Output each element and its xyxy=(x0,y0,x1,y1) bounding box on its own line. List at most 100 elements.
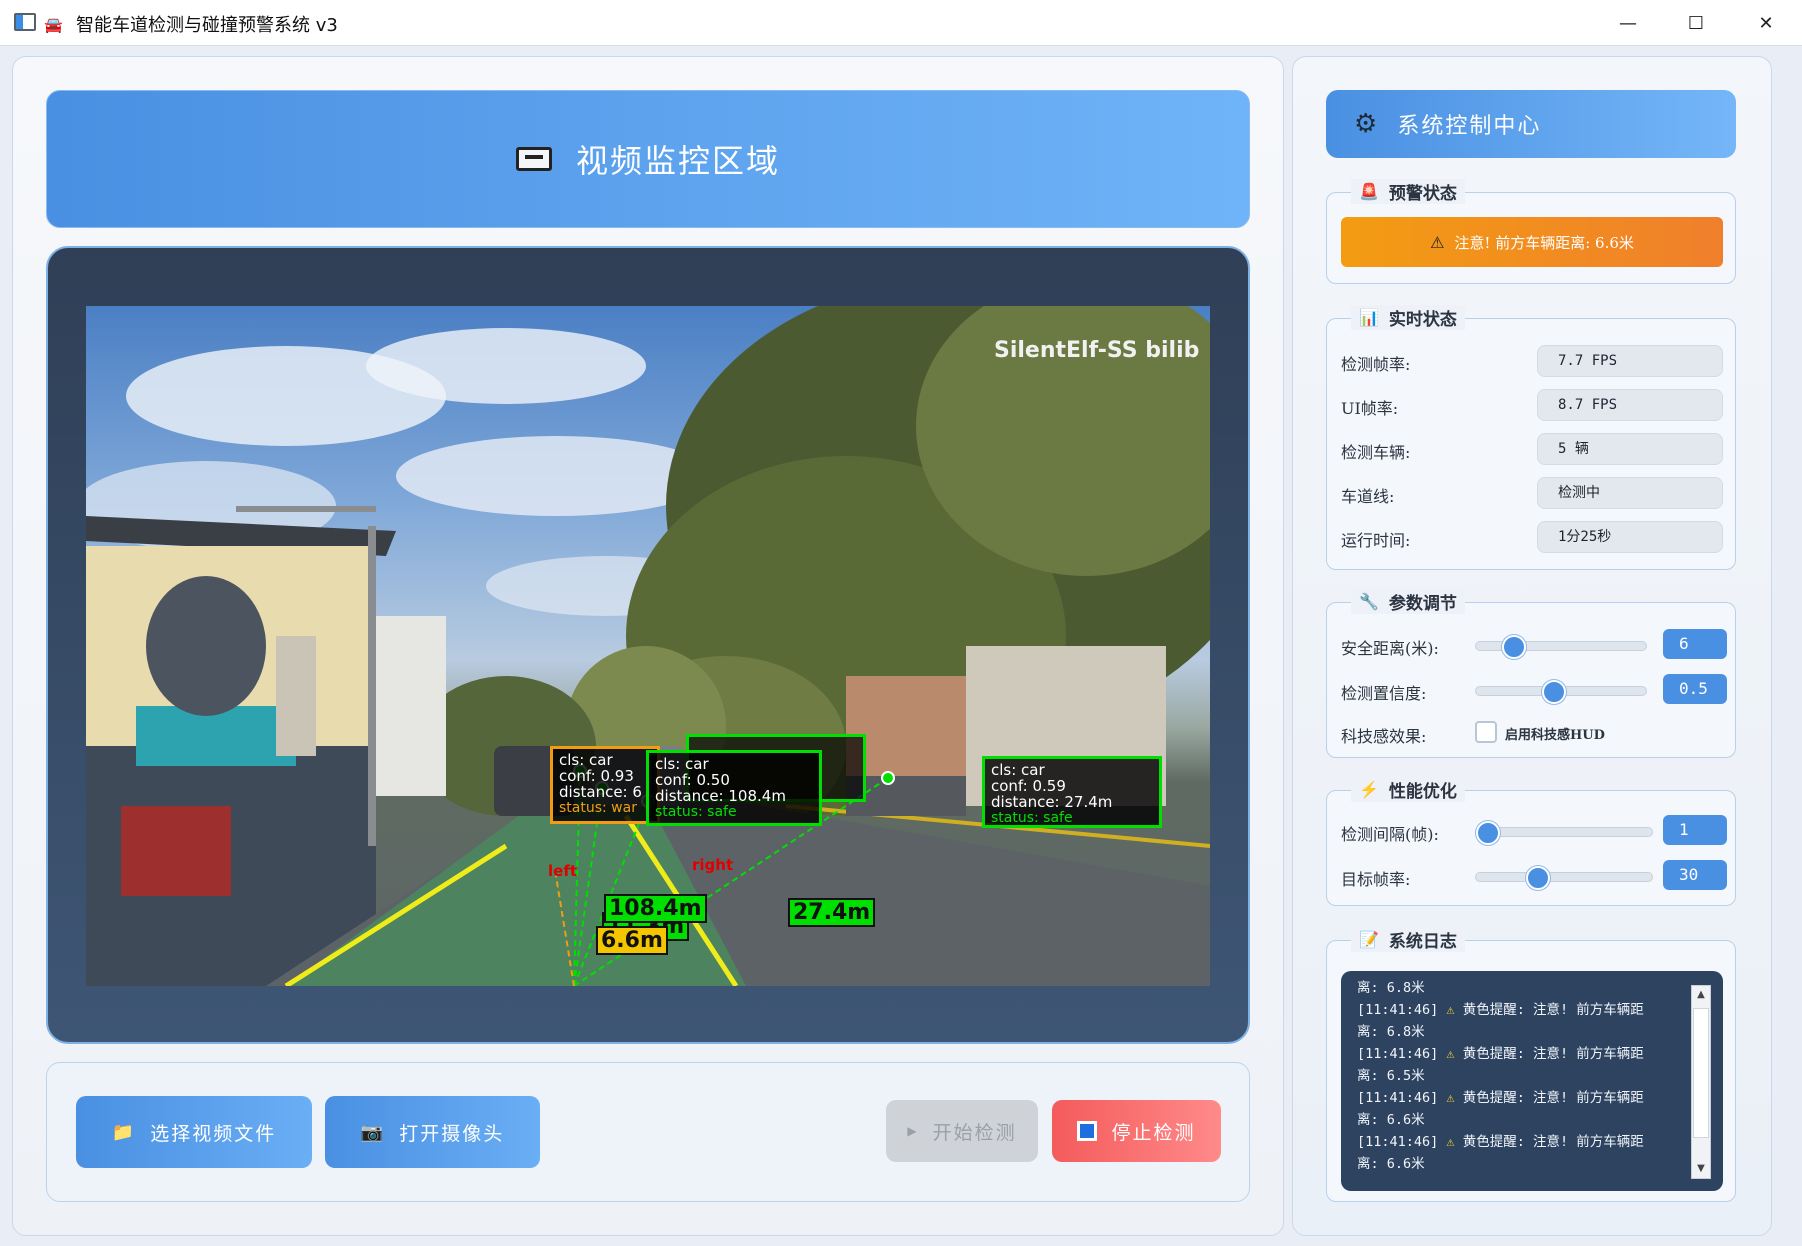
maximize-button[interactable]: ☐ xyxy=(1664,0,1728,46)
hud-checkbox[interactable] xyxy=(1475,721,1497,743)
status-label: 车道线: xyxy=(1341,487,1395,506)
detection-status: status: safe xyxy=(991,810,1073,826)
interval-label: 检测间隔(帧): xyxy=(1341,825,1439,844)
slider-thumb[interactable] xyxy=(1541,680,1566,704)
detection-box: cls: car conf: 0.50 distance: 108.4m sta… xyxy=(646,750,822,826)
distance-label: 108.4m xyxy=(604,894,707,923)
detection-status: status: safe xyxy=(655,804,737,820)
slider-thumb[interactable] xyxy=(1476,821,1500,845)
log-group-title: 📝 系统日志 xyxy=(1351,927,1465,952)
warning-icon: ⚠ xyxy=(1446,1046,1455,1062)
car-icon: 🚘 xyxy=(44,16,63,34)
camera-icon: 📷 xyxy=(360,1121,386,1143)
warning-icon: ⚠ xyxy=(1430,232,1445,252)
target-fps-row: 目标帧率: 30 xyxy=(1341,860,1727,892)
perf-group-title: ⚡ 性能优化 xyxy=(1351,777,1465,802)
log-text: 黄色提醒: 注意! 前方车辆距 xyxy=(1462,1002,1644,1018)
safe-distance-row: 安全距离(米): 6 xyxy=(1341,629,1727,661)
close-button[interactable]: ✕ xyxy=(1734,0,1798,46)
status-row-lane: 车道线: 检测中 xyxy=(1341,477,1727,509)
log-line: 离: 6.6米 xyxy=(1357,1109,1687,1131)
log-line: [11:41:46] ⚠ 黄色提醒: 注意! 前方车辆距 xyxy=(1357,999,1687,1021)
start-detection-label: 开始检测 xyxy=(932,1121,1017,1144)
log-lines: 离: 6.8米 [11:41:46] ⚠ 黄色提醒: 注意! 前方车辆距 离: … xyxy=(1357,977,1687,1175)
hud-checkbox-label[interactable]: 启用科技感HUD xyxy=(1505,724,1605,743)
stop-icon xyxy=(1077,1121,1098,1141)
params-group: 🔧 参数调节 安全距离(米): 6 检测置信度: 0.5 科技感效果: 启用科技… xyxy=(1326,589,1736,758)
confidence-row: 检测置信度: 0.5 xyxy=(1341,674,1727,706)
target-fps-slider[interactable] xyxy=(1475,866,1653,890)
open-camera-label: 打开摄像头 xyxy=(399,1122,505,1145)
app-icon xyxy=(14,13,36,31)
log-text: 黄色提醒: 注意! 前方车辆距 xyxy=(1462,1090,1644,1106)
log-scrollbar[interactable]: ▲ ▼ xyxy=(1691,985,1711,1179)
alert-text: 注意! 前方车辆距离: 6.6米 xyxy=(1454,233,1634,252)
realtime-status-group: 📊 实时状态 检测帧率: 7.7 FPS UI帧率: 8.7 FPS 检测车辆:… xyxy=(1326,305,1736,570)
video-scene xyxy=(86,306,1210,986)
select-video-file-button[interactable]: 📁 选择视频文件 xyxy=(76,1096,312,1168)
log-line: 离: 6.8米 xyxy=(1357,1021,1687,1043)
interval-slider[interactable] xyxy=(1475,821,1653,845)
safe-distance-label: 安全距离(米): xyxy=(1341,639,1439,658)
warning-icon: ⚠ xyxy=(1446,1134,1455,1150)
status-value: 8.7 FPS xyxy=(1537,389,1723,421)
log-line: [11:41:46] ⚠ 黄色提醒: 注意! 前方车辆距 xyxy=(1357,1131,1687,1153)
slider-thumb[interactable] xyxy=(1502,635,1527,659)
status-label: 检测帧率: xyxy=(1341,355,1411,374)
start-detection-button[interactable]: ▶ 开始检测 xyxy=(886,1100,1038,1162)
log-text: 黄色提醒: 注意! 前方车辆距 xyxy=(1462,1046,1644,1062)
perf-group-label: 性能优化 xyxy=(1388,782,1457,802)
confidence-value[interactable]: 0.5 xyxy=(1663,674,1727,704)
video-header-title: 视频监控区域 xyxy=(575,142,780,180)
video-watermark: SilentElf-SS bilib xyxy=(994,338,1200,363)
open-camera-button[interactable]: 📷 打开摄像头 xyxy=(325,1096,540,1168)
window-title: 智能车道检测与碰撞预警系统 v3 xyxy=(76,15,338,36)
slider-thumb[interactable] xyxy=(1526,866,1551,890)
target-fps-value[interactable]: 30 xyxy=(1663,860,1727,890)
interval-value[interactable]: 1 xyxy=(1663,815,1727,845)
log-line: 离: 6.8米 xyxy=(1357,977,1687,999)
status-value: 检测中 xyxy=(1537,477,1723,509)
stop-detection-label: 停止检测 xyxy=(1111,1121,1196,1144)
status-value: 1分25秒 xyxy=(1537,521,1723,553)
params-group-title: 🔧 参数调节 xyxy=(1351,589,1465,614)
detection-distance: distance: 27.4m xyxy=(991,793,1113,811)
detection-distance: distance: 6 xyxy=(559,783,642,801)
log-line: 离: 6.5米 xyxy=(1357,1065,1687,1087)
log-text: 黄色提醒: 注意! 前方车辆距 xyxy=(1462,1134,1644,1150)
confidence-slider[interactable] xyxy=(1475,680,1647,704)
scroll-down-arrow-icon[interactable]: ▼ xyxy=(1692,1160,1710,1178)
status-row-ui-fps: UI帧率: 8.7 FPS xyxy=(1341,389,1727,421)
detection-confidence: conf: 0.59 xyxy=(991,777,1066,795)
log-line: [11:41:46] ⚠ 黄色提醒: 注意! 前方车辆距 xyxy=(1357,1087,1687,1109)
bar-chart-icon: 📊 xyxy=(1359,308,1379,327)
stop-detection-button[interactable]: 停止检测 xyxy=(1052,1100,1221,1162)
scroll-up-arrow-icon[interactable]: ▲ xyxy=(1692,986,1710,1004)
confidence-label: 检测置信度: xyxy=(1341,684,1427,703)
safe-distance-value[interactable]: 6 xyxy=(1663,629,1727,659)
alert-group-title: 🚨 预警状态 xyxy=(1351,179,1465,204)
video-header: 视频监控区域 xyxy=(46,90,1250,228)
title-bar: 🚘 智能车道检测与碰撞预警系统 v3 — ☐ ✕ xyxy=(0,0,1802,46)
play-icon: ▶ xyxy=(907,1124,919,1138)
log-view[interactable]: 离: 6.8米 [11:41:46] ⚠ 黄色提醒: 注意! 前方车辆距 离: … xyxy=(1341,971,1723,1191)
log-time: [11:41:46] xyxy=(1357,1090,1439,1106)
log-text: 离: 6.5米 xyxy=(1357,1068,1425,1084)
scrollbar-thumb[interactable] xyxy=(1693,1008,1709,1138)
detection-class: cls: car xyxy=(559,751,613,769)
log-time: [11:41:46] xyxy=(1357,1134,1439,1150)
alert-banner: ⚠ 注意! 前方车辆距离: 6.6米 xyxy=(1341,217,1723,267)
log-time: [11:41:46] xyxy=(1357,1002,1439,1018)
safe-distance-slider[interactable] xyxy=(1475,635,1647,659)
status-row-detect-fps: 检测帧率: 7.7 FPS xyxy=(1341,345,1727,377)
status-label: 运行时间: xyxy=(1341,531,1411,550)
memo-icon: 📝 xyxy=(1359,930,1379,949)
log-line: [11:41:46] ⚠ 黄色提醒: 注意! 前方车辆距 xyxy=(1357,1043,1687,1065)
lightning-icon: ⚡ xyxy=(1359,780,1379,799)
log-time: [11:41:46] xyxy=(1357,1046,1439,1062)
minimize-button[interactable]: — xyxy=(1596,0,1660,46)
log-text: 离: 6.8米 xyxy=(1357,980,1425,996)
gear-icon: ⚙ xyxy=(1354,109,1378,139)
alert-status-group: 🚨 预警状态 ⚠ 注意! 前方车辆距离: 6.6米 xyxy=(1326,179,1736,284)
detection-confidence: conf: 0.50 xyxy=(655,771,730,789)
